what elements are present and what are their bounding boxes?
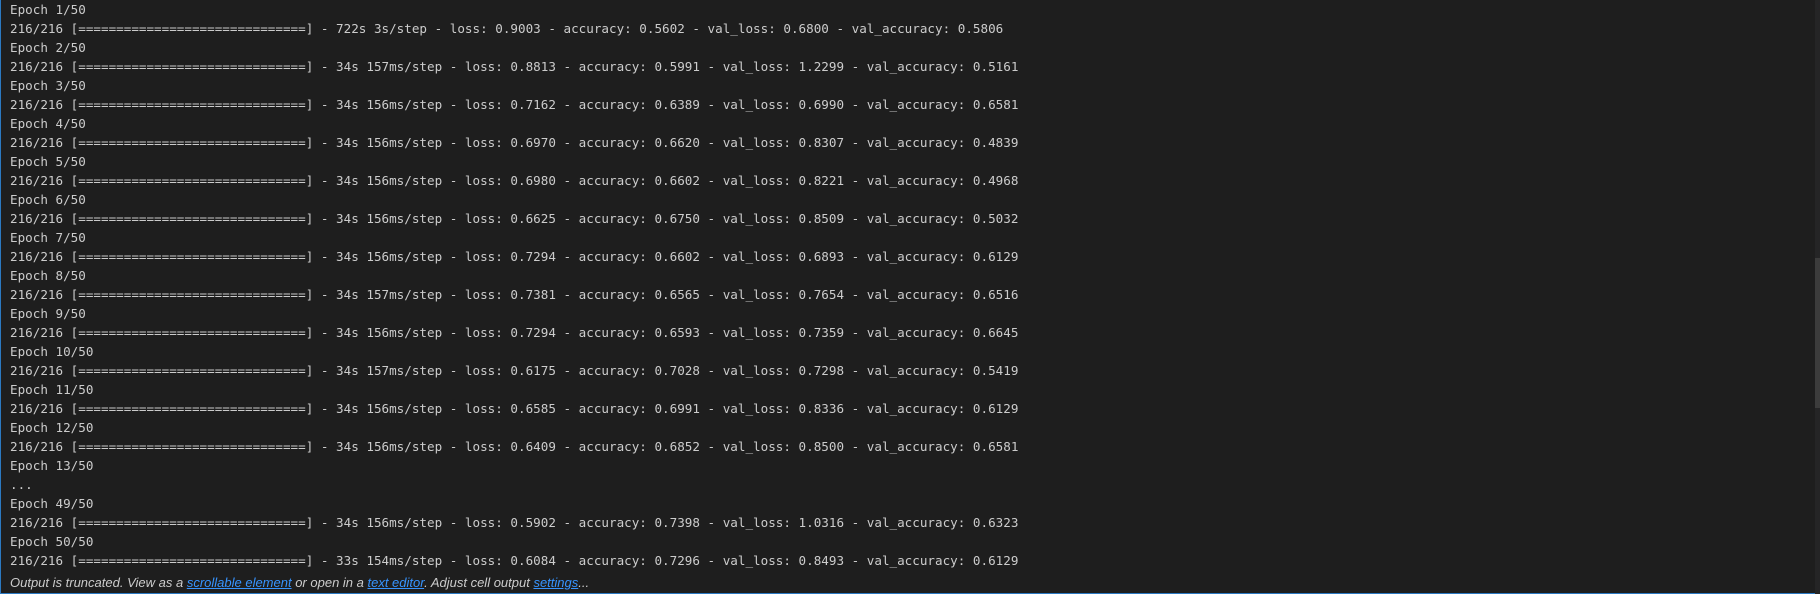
scrollable-element-link[interactable]: scrollable element bbox=[187, 575, 292, 590]
progress-line: 216/216 [==============================]… bbox=[10, 97, 1019, 112]
epoch-header-line: Epoch 9/50 bbox=[10, 306, 86, 321]
notice-prefix: Output is truncated. View as a bbox=[10, 575, 187, 590]
progress-line: 216/216 [==============================]… bbox=[10, 363, 1019, 378]
settings-link[interactable]: settings bbox=[533, 575, 578, 590]
epoch-header-line: Epoch 10/50 bbox=[10, 344, 94, 359]
epoch-header-line: Epoch 13/50 bbox=[10, 458, 94, 473]
progress-line: 216/216 [==============================]… bbox=[10, 59, 1019, 74]
vertical-scrollbar[interactable] bbox=[1815, 0, 1820, 594]
epoch-header-line: Epoch 5/50 bbox=[10, 154, 86, 169]
epoch-header-line: Epoch 11/50 bbox=[10, 382, 94, 397]
progress-line: 216/216 [==============================]… bbox=[10, 325, 1019, 340]
epoch-header-line: Epoch 6/50 bbox=[10, 192, 86, 207]
progress-line: 216/216 [==============================]… bbox=[10, 211, 1019, 226]
progress-line: 216/216 [==============================]… bbox=[10, 135, 1019, 150]
epoch-header-line: Epoch 3/50 bbox=[10, 78, 86, 93]
training-log: Epoch 1/50 216/216 [=====================… bbox=[10, 0, 1018, 570]
notice-after-editor: . Adjust cell output bbox=[424, 575, 534, 590]
cell-output-panel: Epoch 1/50 216/216 [=====================… bbox=[0, 0, 1820, 594]
progress-line: 216/216 [==============================]… bbox=[10, 553, 1019, 568]
ellipsis-line: ... bbox=[10, 477, 33, 492]
epoch-header-line: Epoch 1/50 bbox=[10, 2, 86, 17]
epoch-header-line: Epoch 2/50 bbox=[10, 40, 86, 55]
output-truncated-notice: Output is truncated. View as a scrollabl… bbox=[10, 575, 589, 591]
progress-line: 216/216 [==============================]… bbox=[10, 439, 1019, 454]
epoch-header-line: Epoch 49/50 bbox=[10, 496, 94, 511]
progress-line: 216/216 [==============================]… bbox=[10, 287, 1019, 302]
epoch-header-line: Epoch 8/50 bbox=[10, 268, 86, 283]
progress-line: 216/216 [==============================]… bbox=[10, 21, 1004, 36]
epoch-header-line: Epoch 12/50 bbox=[10, 420, 94, 435]
notice-middle: or open in a bbox=[291, 575, 368, 590]
progress-line: 216/216 [==============================]… bbox=[10, 515, 1019, 530]
progress-line: 216/216 [==============================]… bbox=[10, 173, 1019, 188]
progress-line: 216/216 [==============================]… bbox=[10, 249, 1019, 264]
text-editor-link[interactable]: text editor bbox=[367, 575, 424, 590]
epoch-header-line: Epoch 7/50 bbox=[10, 230, 86, 245]
notice-suffix: ... bbox=[578, 575, 590, 590]
scrollbar-thumb[interactable] bbox=[1815, 258, 1820, 408]
epoch-header-line: Epoch 4/50 bbox=[10, 116, 86, 131]
epoch-header-line: Epoch 50/50 bbox=[10, 534, 94, 549]
progress-line: 216/216 [==============================]… bbox=[10, 401, 1019, 416]
